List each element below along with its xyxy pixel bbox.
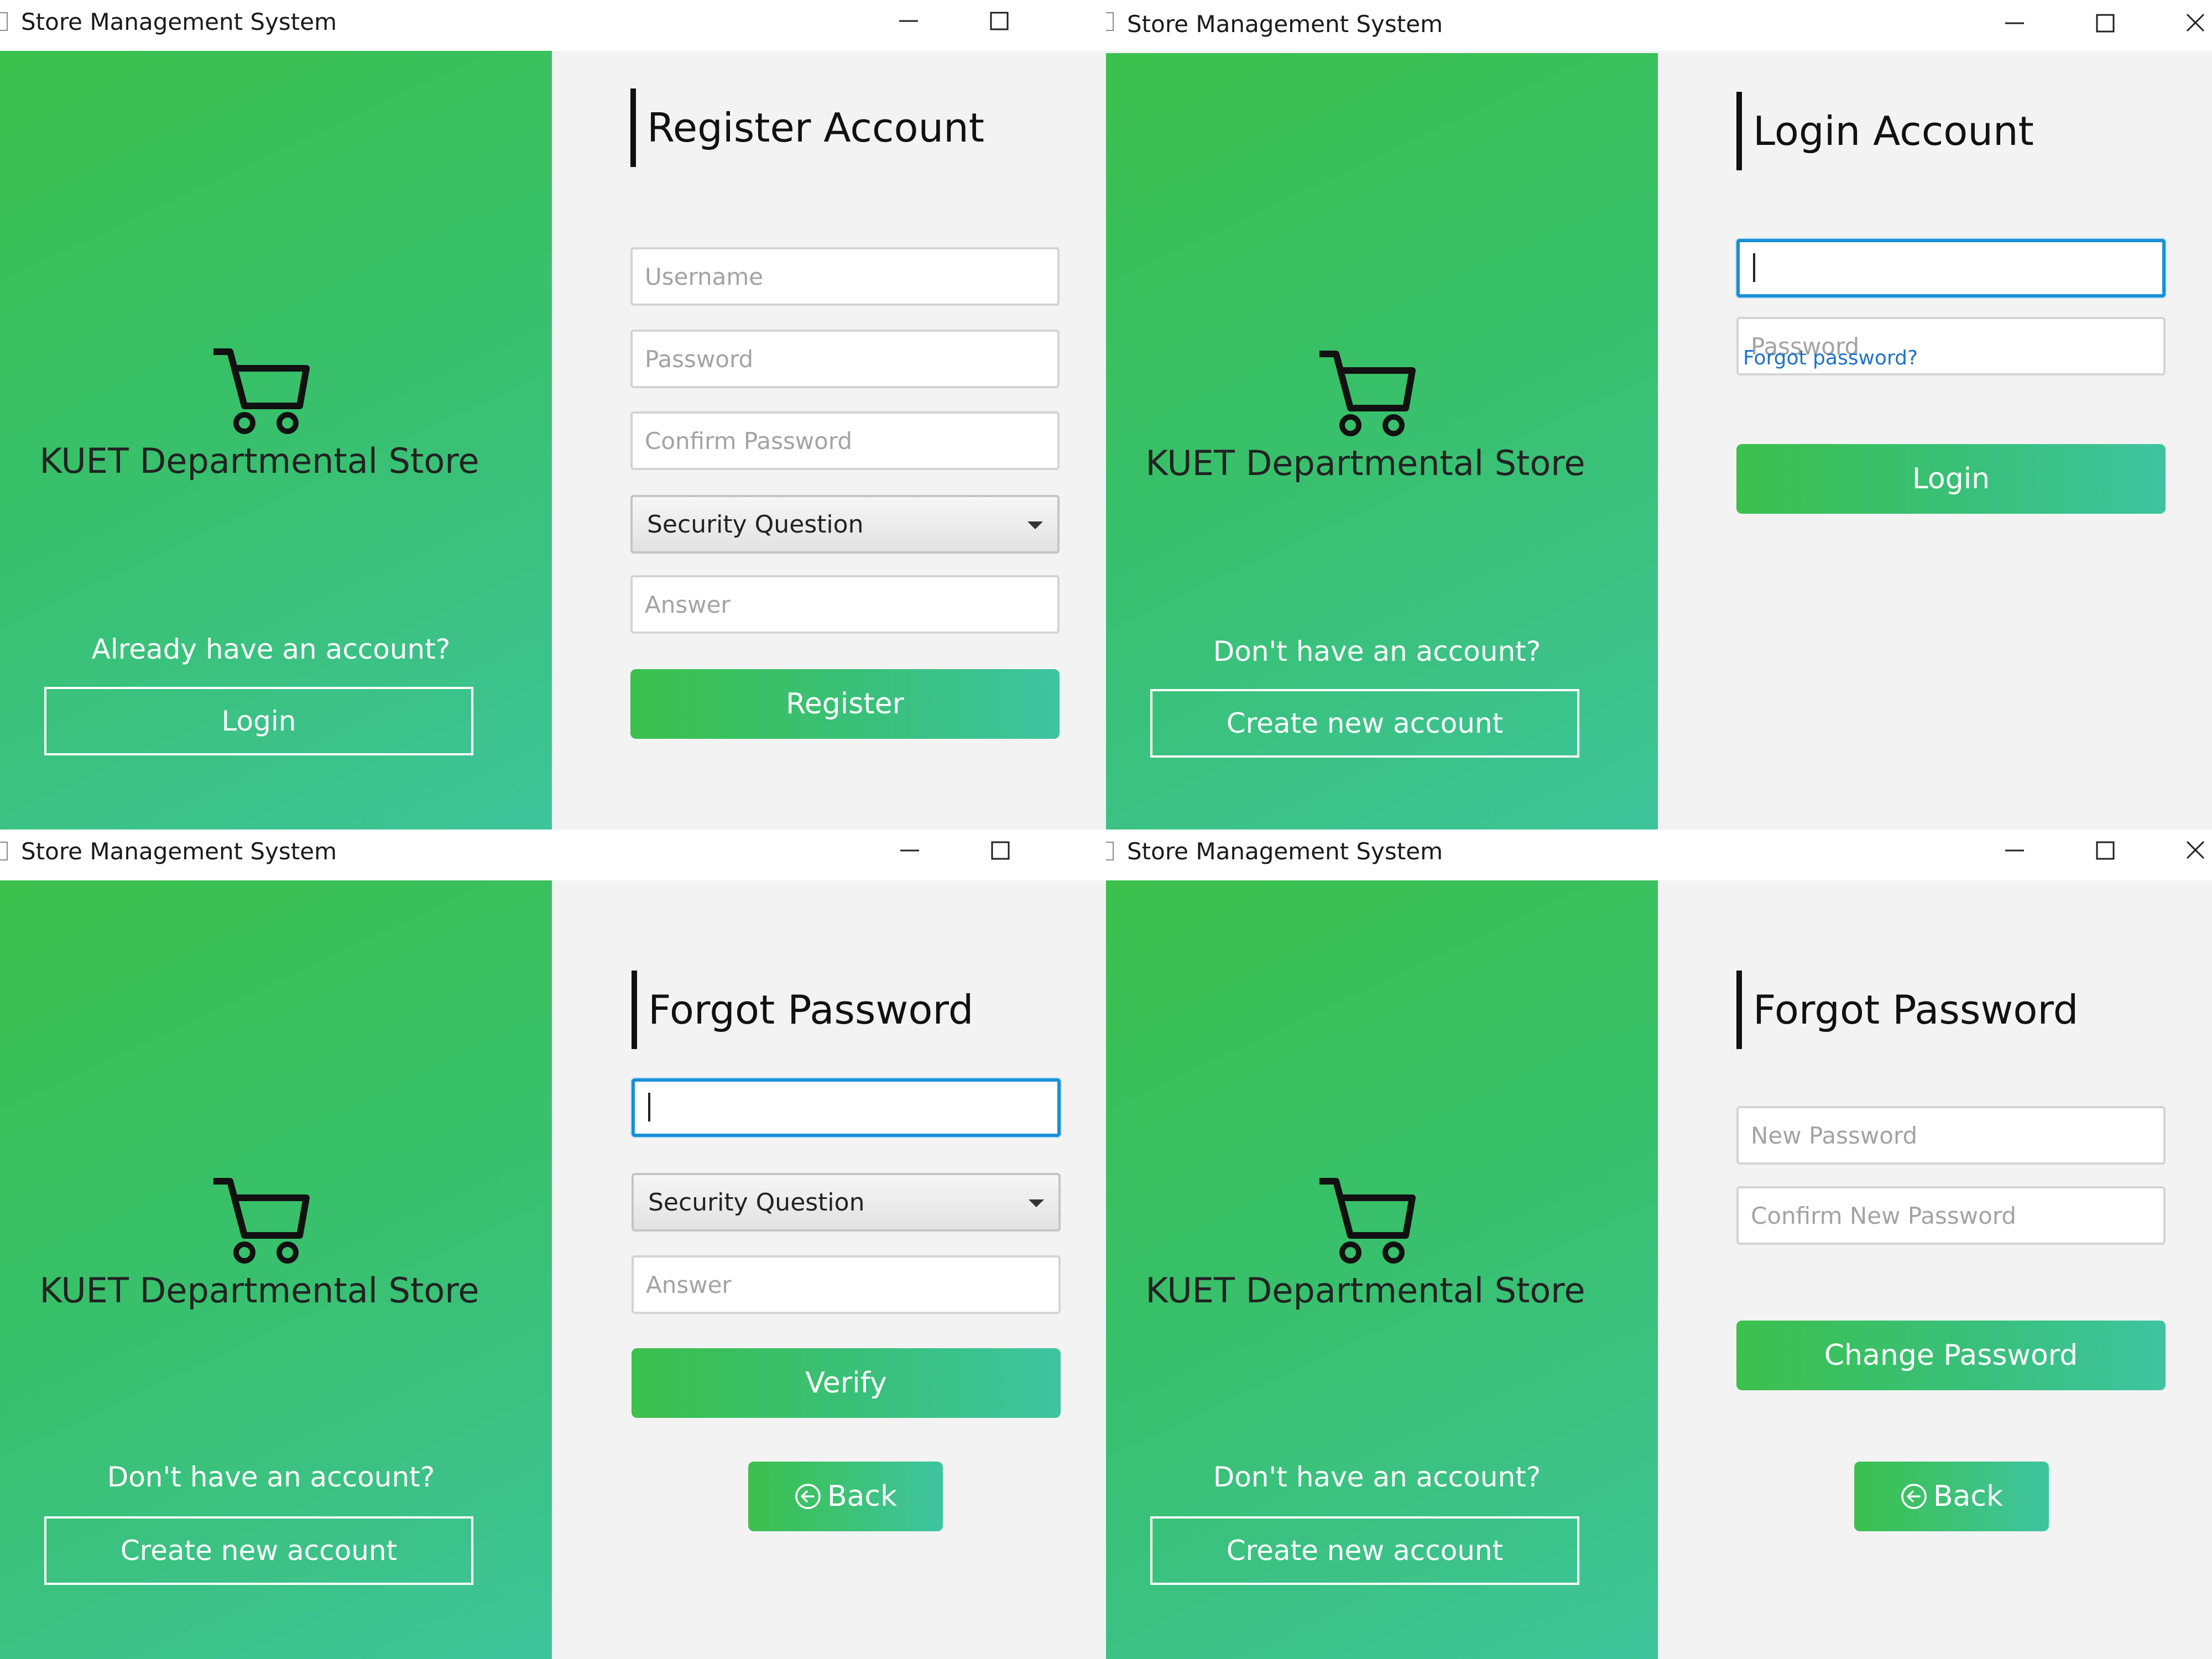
confirm-new-password-field[interactable] [1736, 1186, 2166, 1245]
username-field[interactable] [632, 1078, 1061, 1137]
account-prompt: Don't have an account? [1213, 1461, 1541, 1493]
security-question-label: Security Question [647, 510, 864, 539]
minimize-icon [2005, 22, 2024, 24]
new-password-field[interactable] [1736, 1106, 2166, 1165]
title-bar[interactable]: Store Management System [0, 0, 1106, 51]
window-title: Store Management System [21, 8, 337, 35]
answer-field[interactable] [632, 1255, 1061, 1314]
close-icon [2186, 13, 2205, 32]
security-question-select[interactable]: Security Question [632, 1173, 1061, 1232]
minimize-icon [899, 20, 918, 22]
login-window: Store Management System KUET Departmenta… [1106, 0, 2212, 830]
minimize-button[interactable] [889, 4, 928, 40]
window-title: Store Management System [1127, 11, 1443, 38]
title-bar[interactable]: Store Management System [1106, 0, 2212, 51]
caret-down-icon [1029, 1199, 1044, 1207]
forgot-password-link[interactable]: Forgot password? [1743, 347, 1918, 369]
back-button[interactable]: Back [748, 1462, 943, 1531]
username-field[interactable] [1736, 239, 2166, 298]
store-name: KUET Departmental Store [39, 1270, 479, 1311]
shopping-cart-icon [213, 348, 310, 434]
minimize-icon [900, 849, 919, 852]
minimize-button[interactable] [1995, 834, 2034, 869]
title-bar[interactable]: Store Management System [1106, 830, 2212, 880]
store-name: KUET Departmental Store [1145, 1270, 1585, 1311]
create-account-button[interactable]: Create new account [44, 1516, 473, 1585]
register-button[interactable]: Register [630, 669, 1060, 739]
shopping-cart-icon [1319, 1178, 1416, 1264]
app-icon [0, 12, 8, 31]
store-name: KUET Departmental Store [39, 441, 479, 481]
window-title: Store Management System [21, 838, 337, 865]
account-prompt: Don't have an account? [1213, 635, 1541, 667]
minimize-button[interactable] [1995, 7, 2034, 42]
text-cursor [648, 1093, 650, 1121]
maximize-icon [2096, 14, 2115, 33]
verify-button[interactable]: Verify [632, 1348, 1061, 1418]
back-button[interactable]: Back [1854, 1462, 2049, 1531]
security-question-label: Security Question [648, 1188, 865, 1217]
arrow-left-circle-icon [795, 1484, 821, 1509]
forgot-reset-window: Store Management System KUET Departmenta… [1106, 830, 2212, 1659]
close-button[interactable] [2176, 7, 2212, 42]
maximize-icon [990, 12, 1009, 30]
maximize-button[interactable] [2086, 7, 2125, 42]
answer-field[interactable] [630, 575, 1060, 634]
arrow-left-circle-icon [1901, 1484, 1927, 1509]
forgot-verify-window: Store Management System KUET Departmenta… [0, 830, 1106, 1659]
maximize-icon [2096, 841, 2115, 860]
login-switch-button[interactable]: Login [44, 687, 473, 755]
brand-panel: KUET Departmental Store Already have an … [0, 51, 552, 830]
page-title: Register Account [630, 88, 984, 167]
back-label: Back [827, 1480, 898, 1513]
text-cursor [1753, 253, 1755, 282]
account-prompt: Don't have an account? [107, 1461, 435, 1493]
security-question-select[interactable]: Security Question [630, 495, 1060, 554]
title-bar[interactable]: Store Management System [0, 830, 1106, 880]
change-password-button[interactable]: Change Password [1736, 1321, 2166, 1390]
shopping-cart-icon [213, 1178, 310, 1264]
app-icon [1106, 12, 1114, 31]
account-prompt: Already have an account? [91, 633, 451, 665]
back-label: Back [1933, 1480, 2004, 1513]
maximize-icon [991, 841, 1010, 860]
app-icon [0, 842, 8, 860]
minimize-button[interactable] [890, 834, 929, 869]
app-icon [1106, 842, 1114, 860]
maximize-button[interactable] [2086, 834, 2125, 869]
page-title: Forgot Password [632, 971, 973, 1049]
create-account-button[interactable]: Create new account [1150, 1516, 1579, 1585]
brand-panel: KUET Departmental Store Don't have an ac… [0, 880, 552, 1659]
close-button[interactable] [2176, 834, 2212, 869]
store-name: KUET Departmental Store [1145, 443, 1585, 483]
close-icon [2186, 841, 2205, 859]
maximize-button[interactable] [981, 834, 1020, 869]
confirm-password-field[interactable] [630, 411, 1060, 470]
minimize-icon [2005, 849, 2024, 852]
brand-panel: KUET Departmental Store Don't have an ac… [1106, 53, 1658, 830]
register-window: Store Management System KUET Departmenta… [0, 0, 1106, 830]
shopping-cart-icon [1319, 351, 1416, 436]
brand-panel: KUET Departmental Store Don't have an ac… [1106, 880, 1658, 1659]
page-title: Login Account [1736, 92, 2034, 170]
create-account-button[interactable]: Create new account [1150, 689, 1579, 758]
maximize-button[interactable] [980, 4, 1019, 40]
login-button[interactable]: Login [1736, 444, 2166, 514]
username-field[interactable] [630, 247, 1060, 306]
caret-down-icon [1027, 521, 1043, 529]
password-field[interactable] [630, 330, 1060, 388]
window-title: Store Management System [1127, 838, 1443, 865]
page-title: Forgot Password [1736, 971, 2078, 1049]
